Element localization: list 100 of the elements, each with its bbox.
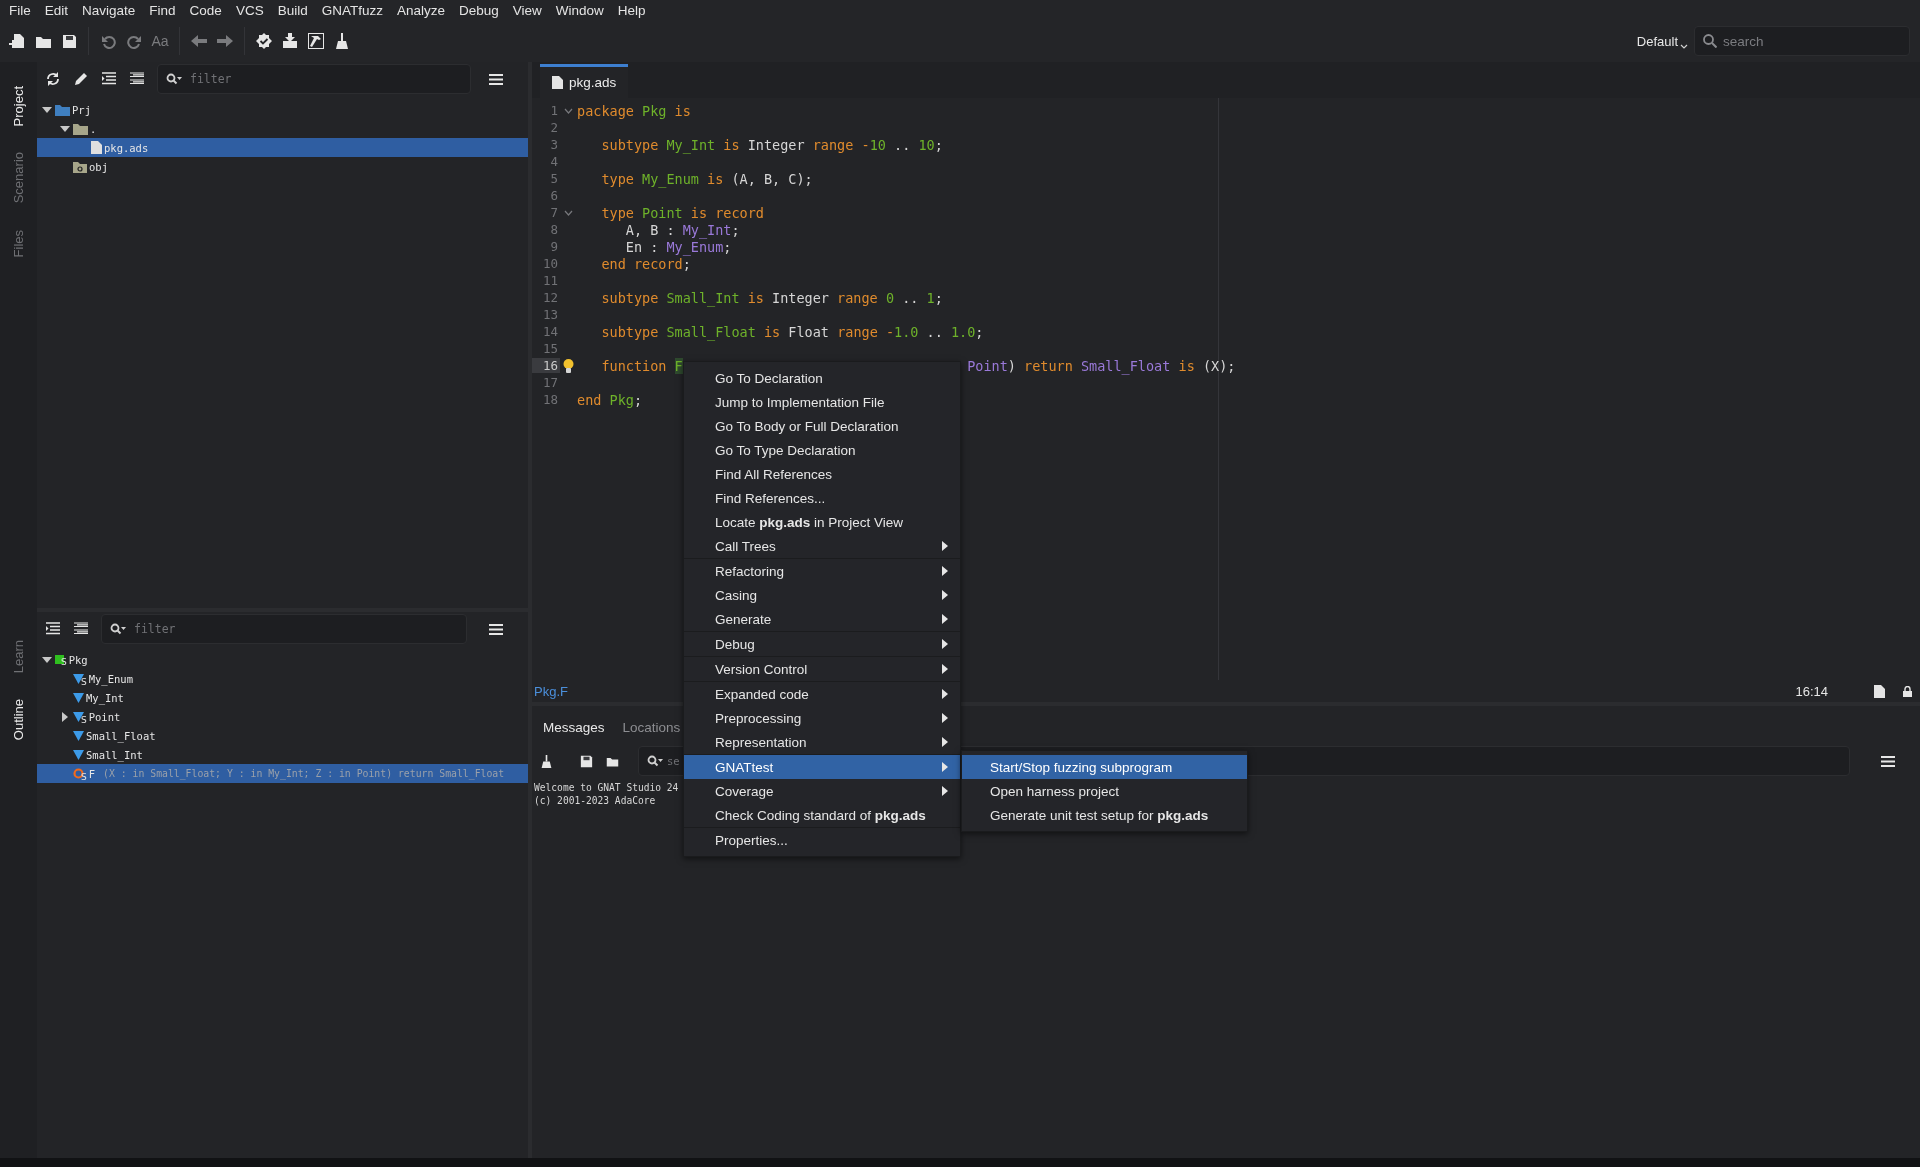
line-number: 6 [549, 188, 559, 203]
menu-bar-item[interactable]: Code [182, 2, 229, 18]
node-label: Prj [72, 103, 91, 116]
visibility-letter: S [81, 772, 87, 782]
tree-row[interactable]: Prj [37, 100, 528, 119]
menu-item[interactable]: Go To Type Declaration [684, 438, 960, 462]
visibility-letter: S [81, 714, 87, 725]
tree-row[interactable]: obj [37, 157, 528, 176]
tree-row[interactable]: Small_Int [37, 745, 528, 764]
menu-item[interactable]: GNATtest [684, 755, 960, 779]
menu-bar-item[interactable]: VCS [228, 2, 271, 18]
menu-item[interactable]: Generate [684, 607, 960, 631]
lightbulb-icon[interactable] [563, 358, 574, 373]
menu-item[interactable]: Coverage [684, 779, 960, 803]
box-download-icon[interactable] [282, 33, 298, 49]
panel-tab[interactable]: Locations [617, 715, 686, 739]
menu-icon[interactable] [489, 623, 503, 635]
perspective-dropdown[interactable]: Default [1636, 33, 1688, 49]
menu-item[interactable]: Jump to Implementation File [684, 390, 960, 414]
menu-bar-item[interactable]: Edit [37, 2, 76, 18]
search-options-icon[interactable] [647, 755, 663, 767]
menu-item[interactable]: Casing [684, 583, 960, 607]
menu-item[interactable]: Find All References [684, 462, 960, 486]
menu-item[interactable]: Refactoring [684, 559, 960, 583]
broom-icon[interactable] [539, 754, 553, 768]
line-number: 3 [549, 137, 559, 152]
console-line: (c) 2001-2023 AdaCore [534, 794, 656, 807]
side-tab[interactable]: Outline [11, 693, 26, 747]
menu-item[interactable]: Locate pkg.ads in Project View [684, 510, 960, 534]
node-label: pkg.ads [104, 141, 149, 154]
menu-item[interactable]: Generate unit test setup for pkg.ads [962, 803, 1247, 827]
code-line: type Point is record [601, 204, 764, 221]
node-label: My_Int [86, 691, 124, 704]
visibility-letter: S [61, 657, 67, 667]
menu-bar-item[interactable]: View [505, 2, 549, 18]
menu-item[interactable]: Open harness project [962, 779, 1247, 803]
collapse-all-icon[interactable] [102, 72, 116, 86]
menu-item[interactable]: Debug [684, 632, 960, 656]
triangle-icon [73, 673, 84, 684]
fold-chevron-icon[interactable] [564, 107, 573, 114]
menu-bar-item[interactable]: Window [548, 2, 611, 18]
menu-bar-item[interactable]: Navigate [75, 2, 143, 18]
search-options-icon[interactable] [110, 623, 126, 635]
file-icon[interactable] [1874, 684, 1885, 698]
menu-bar-item[interactable]: Find [142, 2, 183, 18]
reload-icon[interactable] [46, 72, 60, 86]
menu-item[interactable]: Start/Stop fuzzing subprogram [962, 755, 1247, 779]
collapse-all-icon[interactable] [46, 622, 60, 636]
menu-bar-item[interactable]: GNATfuzz [314, 2, 390, 18]
menu-bar-item[interactable]: Debug [451, 2, 506, 18]
menu-icon[interactable] [489, 73, 503, 85]
menu-item[interactable]: Go To Body or Full Declaration [684, 414, 960, 438]
search-field[interactable]: search [1694, 26, 1910, 56]
ring-icon [73, 768, 84, 779]
line-number: 17 [541, 375, 559, 390]
pencil-icon[interactable] [74, 72, 88, 86]
panel-tab[interactable]: Messages [538, 715, 610, 739]
expand-all-icon[interactable] [74, 622, 88, 636]
menu-bar-item[interactable]: Help [610, 2, 653, 18]
menu-item[interactable]: Expanded code [684, 682, 960, 706]
menu-item[interactable]: Representation [684, 730, 960, 754]
node-signature: (X : in Small_Float; Y : in My_Int; Z : in Point) return Small_Float [103, 768, 505, 779]
location-link[interactable]: Pkg.F [534, 683, 568, 699]
code-line: subtype Small_Int is Integer range 0 .. 1; [601, 289, 943, 306]
line-number: 4 [549, 154, 559, 169]
menu-item[interactable]: Check Coding standard of pkg.ads [684, 803, 960, 827]
line-number: 18 [541, 392, 559, 407]
check-badge-icon[interactable] [256, 33, 272, 49]
menu-icon[interactable] [1881, 755, 1895, 767]
new-file-icon[interactable] [9, 33, 25, 49]
menu-item[interactable]: Find References... [684, 486, 960, 510]
lock-icon[interactable] [1903, 685, 1912, 697]
menu-item[interactable]: Properties... [684, 828, 960, 852]
node-label: Small_Float [86, 729, 156, 742]
expand-all-icon[interactable] [130, 72, 144, 86]
menu-item[interactable]: Version Control [684, 657, 960, 681]
hammer-icon[interactable] [308, 33, 324, 49]
tree-row[interactable]: . [37, 119, 528, 138]
tree-row[interactable]: pkg.ads [37, 138, 528, 157]
side-tab[interactable]: Project [11, 80, 26, 133]
line-number: 13 [541, 307, 559, 322]
menu-item[interactable]: Preprocessing [684, 706, 960, 730]
code-line: package Pkg is [577, 102, 691, 119]
menu-item[interactable]: Call Trees [684, 534, 960, 558]
node-label: . [90, 122, 97, 135]
search-options-icon[interactable] [166, 73, 182, 85]
menu-bar-item[interactable]: Analyze [389, 2, 452, 18]
tree-row[interactable]: My_Int [37, 688, 528, 707]
line-number: 11 [541, 273, 559, 288]
folder-icon [73, 160, 87, 173]
menu-bar-item[interactable]: File [2, 2, 38, 18]
fold-chevron-icon[interactable] [564, 209, 573, 216]
folder-icon [55, 103, 70, 116]
triangle-icon [73, 730, 84, 741]
code-line: En : My_Enum; [624, 238, 732, 255]
tree-row[interactable]: Small_Float [37, 726, 528, 745]
menu-bar-item[interactable]: Build [270, 2, 315, 18]
save-icon[interactable] [579, 754, 593, 768]
save-icon[interactable] [61, 33, 77, 49]
broom-icon[interactable] [335, 33, 349, 49]
